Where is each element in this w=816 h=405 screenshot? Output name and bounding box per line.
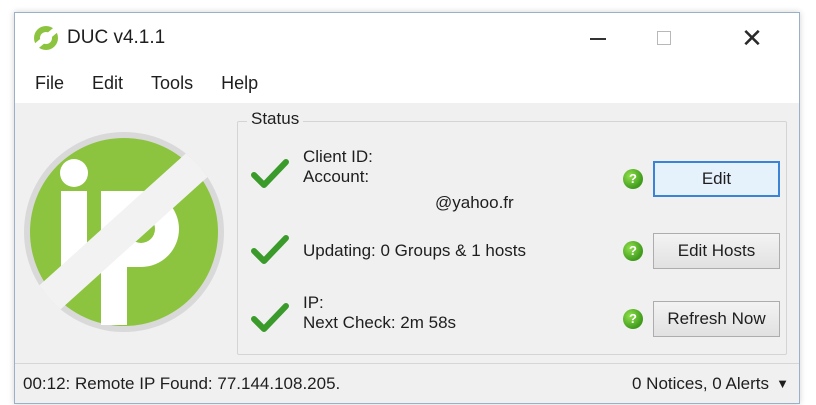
refresh-now-button[interactable]: Refresh Now xyxy=(653,301,780,337)
account-label: Account: xyxy=(303,167,370,186)
next-check-text: Next Check: 2m 58s xyxy=(303,313,457,332)
checkmark-icon xyxy=(251,159,289,188)
maximize-icon xyxy=(657,31,671,45)
help-icon[interactable]: ? xyxy=(623,309,643,329)
close-icon: ✕ xyxy=(741,23,763,53)
menu-edit[interactable]: Edit xyxy=(78,63,137,103)
account-email: @yahoo.fr xyxy=(435,193,514,212)
menu-file[interactable]: File xyxy=(15,63,78,103)
menu-help[interactable]: Help xyxy=(207,63,272,103)
ip-logo-icon xyxy=(24,132,224,332)
help-icon[interactable]: ? xyxy=(623,169,643,189)
help-icon[interactable]: ? xyxy=(623,241,643,261)
notices-alerts-summary[interactable]: 0 Notices, 0 Alerts xyxy=(632,374,769,394)
updating-status-text: Updating: 0 Groups & 1 hosts xyxy=(303,241,527,260)
edit-button[interactable]: Edit xyxy=(653,161,780,197)
status-message: 00:12: Remote IP Found: 77.144.108.205. xyxy=(23,374,341,393)
checkmark-icon xyxy=(251,303,289,332)
edit-hosts-button[interactable]: Edit Hosts xyxy=(653,233,780,269)
title-bar: DUC v4.1.1 ✕ xyxy=(15,13,799,63)
status-bar: 00:12: Remote IP Found: 77.144.108.205. … xyxy=(15,363,799,403)
status-legend: Status xyxy=(247,109,304,129)
close-button[interactable]: ✕ xyxy=(721,13,783,63)
maximize-button[interactable] xyxy=(633,13,695,63)
duc-window: DUC v4.1.1 ✕ File Edit Tools Help Status… xyxy=(14,12,800,404)
main-content: Status Client ID: Account: @yahoo.fr ? E… xyxy=(15,103,799,365)
client-id-label: Client ID: xyxy=(303,147,373,166)
chevron-down-icon[interactable]: ▼ xyxy=(776,374,789,394)
app-logo-icon xyxy=(33,26,59,50)
ip-label: IP: xyxy=(303,293,324,312)
minimize-button[interactable] xyxy=(567,13,629,63)
checkmark-icon xyxy=(251,235,289,264)
menu-tools[interactable]: Tools xyxy=(137,63,207,103)
menu-bar: File Edit Tools Help xyxy=(15,63,799,103)
window-title: DUC v4.1.1 xyxy=(67,27,166,48)
minimize-icon xyxy=(590,38,606,40)
